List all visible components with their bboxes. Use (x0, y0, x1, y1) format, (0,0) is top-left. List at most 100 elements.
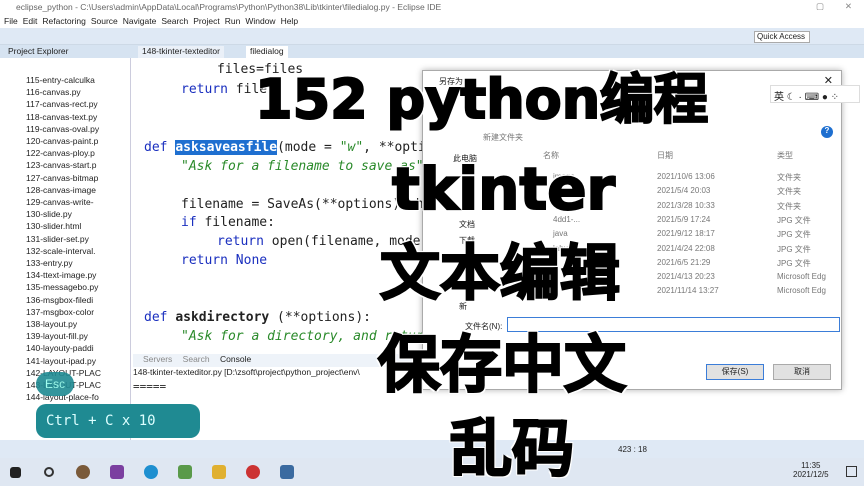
code-line: def asksaveasfile(mode = "w", **options)… (144, 140, 465, 155)
new-folder-button[interactable]: 新建文件夹 (483, 132, 523, 143)
explorer-item[interactable]: 131-slider-set.py (26, 234, 130, 244)
explorer-item[interactable]: 129-canvas-write- (26, 197, 130, 207)
file-row-date[interactable]: 2021/10/6 13:06 (657, 172, 715, 181)
explorer-item[interactable]: 137-msgbox-color (26, 307, 130, 317)
save-button[interactable]: 保存(S) (706, 364, 764, 380)
file-row-type[interactable]: 文件夹 (777, 186, 801, 197)
explorer-item[interactable]: 119-canvas-oval.py (26, 124, 130, 134)
explorer-item[interactable]: 130-slide.py (26, 209, 130, 219)
explorer-item[interactable]: 130-slider.html (26, 221, 130, 231)
menu-source[interactable]: Source (91, 16, 118, 26)
file-row-type[interactable]: JPG 文件 (777, 215, 811, 226)
file-row-type[interactable]: JPG 文件 (777, 229, 811, 240)
file-row-type[interactable]: JPG 文件 (777, 244, 811, 255)
menu-run[interactable]: Run (225, 16, 241, 26)
quick-access-input[interactable]: Quick Access (754, 31, 810, 43)
file-row-date[interactable]: 2021/3/28 10:33 (657, 201, 715, 210)
explorer-item[interactable]: 123-canvas-start.p (26, 160, 130, 170)
code-line: "Ask for a filename to save as" (181, 159, 424, 174)
file-row-date[interactable]: 2021/4/24 22:08 (657, 244, 715, 253)
file-row-type[interactable]: 文件夹 (777, 172, 801, 183)
menu-navigate[interactable]: Navigate (123, 16, 157, 26)
overlay-title-line1: 152 python编程 (254, 68, 709, 131)
tab-texteditor[interactable]: 148-tkinter-texteditor (138, 46, 224, 58)
tab-row: Project Explorer 148-tkinter-texteditor … (0, 45, 864, 58)
explorer-item[interactable]: 136-msgbox-filedi (26, 295, 130, 305)
keystroke-esc: Esc (36, 372, 74, 396)
code-line: def askdirectory (**options): (144, 310, 371, 325)
explorer-item[interactable]: 120-canvas-paint.p (26, 136, 130, 146)
tab-console[interactable]: Console (220, 354, 251, 364)
explorer-item[interactable]: 141-layout-ipad.py (26, 356, 130, 366)
close-button[interactable]: ✕ (845, 1, 852, 12)
tab-servers[interactable]: Servers (143, 354, 172, 364)
menu-edit[interactable]: Edit (23, 16, 38, 26)
file-row-date[interactable]: 2021/11/14 13:27 (657, 286, 719, 295)
file-row-date[interactable]: 2021/4/13 20:23 (657, 272, 715, 281)
notification-icon[interactable] (846, 466, 857, 477)
menu-refactoring[interactable]: Refactoring (42, 16, 85, 26)
file-row-date[interactable]: 2021/5/4 20:03 (657, 186, 710, 195)
file-row-date[interactable]: 2021/6/5 21:29 (657, 258, 710, 267)
explorer-item[interactable]: 135-messagebo.py (26, 282, 130, 292)
tab-filedialog[interactable]: filedialog (246, 46, 288, 58)
column-date[interactable]: 日期 (657, 150, 673, 161)
file-row-type[interactable]: Microsoft Edg (777, 272, 826, 281)
title-bar: eclipse_python - C:\Users\admin\AppData\… (0, 0, 864, 14)
file-row-type[interactable]: Microsoft Edg (777, 286, 826, 295)
keystroke-ctrl-c: Ctrl + C x 10 (36, 404, 200, 438)
cancel-button[interactable]: 取消 (773, 364, 831, 380)
ime-toolbar[interactable]: 英 ☾ · ⌨ ● ⁘ (770, 85, 860, 103)
explorer-item[interactable]: 122-canvas-ploy.p (26, 148, 130, 158)
column-type[interactable]: 类型 (777, 150, 793, 161)
search-icon[interactable] (44, 467, 54, 477)
code-line: return None (181, 253, 268, 268)
menu-search[interactable]: Search (161, 16, 188, 26)
status-bar: ital 423 : 18 (0, 440, 864, 458)
menu-project[interactable]: Project (193, 16, 219, 26)
image-app-icon[interactable] (178, 465, 192, 479)
file-row-name[interactable]: java (553, 229, 568, 238)
edge-icon[interactable] (144, 465, 158, 479)
tab-project-explorer[interactable]: Project Explorer (4, 46, 72, 58)
onenote-icon[interactable] (110, 465, 124, 479)
tab-search[interactable]: Search (183, 354, 210, 364)
explorer-item[interactable]: 116-canvas.py (26, 87, 130, 97)
toolbar (0, 28, 864, 45)
ime-language[interactable]: 英 (774, 92, 784, 103)
file-row-date[interactable]: 2021/5/9 17:24 (657, 215, 710, 224)
menu-help[interactable]: Help (281, 16, 298, 26)
app-icon[interactable] (76, 465, 90, 479)
explorer-item[interactable]: 117-canvas-rect.py (26, 99, 130, 109)
explorer-item[interactable]: 139-layout-fill.py (26, 331, 130, 341)
taskbar: 11:35 2021/12/5 (0, 458, 864, 486)
cursor-position: 423 : 18 (618, 445, 647, 454)
menu-bar: File Edit Refactoring Source Navigate Search P… (0, 14, 864, 28)
help-icon[interactable]: ? (821, 126, 833, 138)
overlay-title-line2: tkinter (391, 155, 616, 223)
file-row-type[interactable]: 文件夹 (777, 201, 801, 212)
explorer-item[interactable]: 128-canvas-image (26, 185, 130, 195)
menu-window[interactable]: Window (245, 16, 275, 26)
file-explorer-icon[interactable] (212, 465, 226, 479)
explorer-item[interactable]: 118-canvas-text.py (26, 112, 130, 122)
maximize-button[interactable]: ▢ (816, 1, 824, 12)
explorer-item[interactable]: 132-scale-interval. (26, 246, 130, 256)
start-icon[interactable] (10, 467, 21, 478)
clock[interactable]: 11:35 2021/12/5 (793, 461, 829, 479)
window-title: eclipse_python - C:\Users\admin\AppData\… (16, 2, 442, 12)
explorer-item[interactable]: 133-entry.py (26, 258, 130, 268)
explorer-item[interactable]: 138-layout.py (26, 319, 130, 329)
file-row-date[interactable]: 2021/9/12 18:17 (657, 229, 715, 238)
file-row-type[interactable]: JPG 文件 (777, 258, 811, 269)
explorer-item[interactable]: 115-entry-calculka (26, 75, 130, 85)
overlay-title-line3: 文本编辑 (379, 239, 621, 309)
code-line: if filename: (181, 215, 275, 230)
recorder-icon[interactable] (246, 465, 260, 479)
python-icon[interactable] (280, 465, 294, 479)
explorer-item[interactable]: 134-ttext-image.py (26, 270, 130, 280)
explorer-item[interactable]: 127-canvas-bitmap (26, 173, 130, 183)
menu-file[interactable]: File (4, 16, 18, 26)
explorer-item[interactable]: 140-layouty-paddi (26, 343, 130, 353)
overlay-title-line4: 保存中文 (377, 328, 627, 401)
